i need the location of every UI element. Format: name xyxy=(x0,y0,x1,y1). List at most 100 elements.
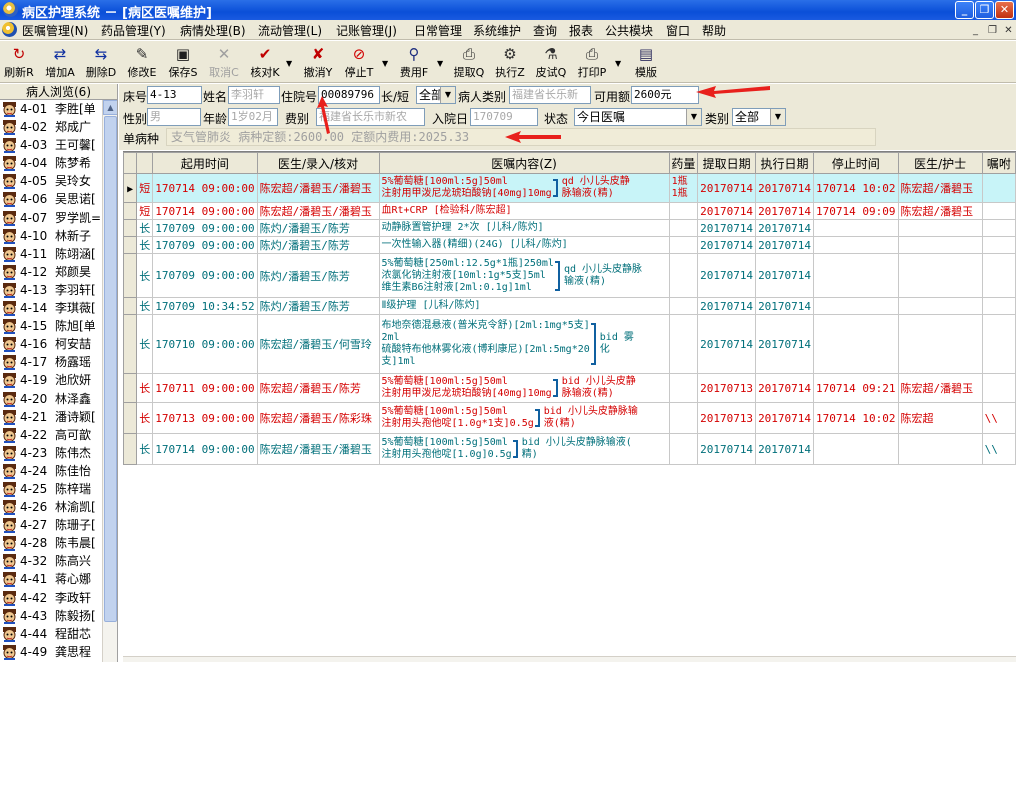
maximize-button[interactable]: ❐ xyxy=(975,1,994,19)
delete-button[interactable]: ⇆ 删除D xyxy=(84,45,118,81)
patient-list-item[interactable]: 4-43 陈毅扬[ xyxy=(0,607,117,625)
stop-dropdown-icon[interactable]: ▼ xyxy=(382,59,388,68)
patient-list-item[interactable]: 4-06 吴思诺[ xyxy=(0,190,117,208)
order-row[interactable]: 长 170713 09:00:00 陈宏超/潘碧玉/陈彩珠 5%葡萄糖[100ml:5… xyxy=(123,402,1016,434)
patient-list-item[interactable]: 4-07 罗学凯= xyxy=(0,209,117,227)
fee-button[interactable]: ⚲ 费用F xyxy=(396,45,432,81)
chevron-down-icon[interactable]: ▼ xyxy=(440,87,455,103)
mdi-close-button[interactable]: ✕ xyxy=(1001,23,1016,37)
patient-list-item[interactable]: 4-19 池欣妍 xyxy=(0,371,117,389)
chevron-down-icon[interactable]: ▼ xyxy=(770,109,785,125)
patient-list-item[interactable]: 4-42 李政轩 xyxy=(0,589,117,607)
header-exec-date[interactable]: 执行日期 xyxy=(755,152,815,174)
order-row[interactable]: 长 170709 09:00:00 陈灼/潘碧玉/陈芳 一次性输入器(精细)(24G)… xyxy=(123,236,1016,254)
menu-drugs[interactable]: 药品管理(Y) xyxy=(101,22,166,39)
menu-flow[interactable]: 流动管理(L) xyxy=(258,22,322,39)
patient-list-item[interactable]: 4-03 王可馨[ xyxy=(0,136,117,154)
patient-list-item[interactable]: 4-21 潘诗颖[ xyxy=(0,408,117,426)
add-button[interactable]: ⇄ 增加A xyxy=(43,45,77,81)
patient-list-item[interactable]: 4-28 陈韦晨[ xyxy=(0,534,117,552)
header-quantity[interactable]: 药量 xyxy=(668,152,699,174)
menu-query[interactable]: 查询 xyxy=(533,22,557,39)
menu-help[interactable]: 帮助 xyxy=(702,22,726,39)
close-button[interactable]: ✕ xyxy=(995,1,1014,19)
menu-daily[interactable]: 日常管理 xyxy=(414,22,462,39)
order-row[interactable]: 长 170714 09:00:00 陈宏超/潘碧玉/潘碧玉 5%葡萄糖[100ml:5… xyxy=(123,433,1016,465)
undo-button[interactable]: ✘ 撤消Y xyxy=(300,45,336,81)
patient-list-item[interactable]: 4-32 陈高兴 xyxy=(0,552,117,570)
order-row[interactable]: 长 170710 09:00:00 陈宏超/潘碧玉/何雪玲 布地奈德混悬液(普米克令舒… xyxy=(123,314,1016,374)
age-field[interactable]: 1岁02月 xyxy=(228,108,278,126)
patient-list-item[interactable]: 4-13 李羽轩[ xyxy=(0,281,117,299)
patient-list-item[interactable]: 4-16 柯安喆 xyxy=(0,335,117,353)
patient-list-item[interactable]: 4-44 程甜芯 xyxy=(0,625,117,643)
menu-condition[interactable]: 病情处理(B) xyxy=(180,22,246,39)
patient-list-item[interactable]: 4-02 郑成广 xyxy=(0,118,117,136)
execute-button[interactable]: ⚙ 执行Z xyxy=(492,45,528,81)
order-row[interactable]: 长 170709 09:00:00 陈灼/潘碧玉/陈芳 动静脉置管护理 2*次 [儿科… xyxy=(123,219,1016,237)
app-menu-icon[interactable] xyxy=(2,22,17,37)
patient-type-field[interactable]: 福建省长乐新 xyxy=(509,86,591,104)
skin-test-button[interactable]: ⚗ 皮试Q xyxy=(533,45,569,81)
check-button[interactable]: ✔ 核对K xyxy=(247,45,283,81)
menu-window[interactable]: 窗口 xyxy=(666,22,690,39)
bed-field[interactable]: 4-13 xyxy=(147,86,202,104)
fee-dropdown-icon[interactable]: ▼ xyxy=(437,59,443,68)
status-select[interactable]: 今日医嘱 ▼ xyxy=(574,108,702,126)
patient-list-item[interactable]: 4-10 林新子 xyxy=(0,227,117,245)
patient-list-item[interactable]: 4-11 陈翊涵[ xyxy=(0,245,117,263)
extract-button[interactable]: ⎙ 提取Q xyxy=(451,45,487,81)
mdi-restore-button[interactable]: ❐ xyxy=(985,23,1000,37)
order-row[interactable]: ▶ 短 170714 09:00:00 陈宏超/潘碧玉/潘碧玉 5%葡萄糖[100ml:… xyxy=(123,173,1016,203)
patient-list-item[interactable]: 4-25 陈梓瑞 xyxy=(0,480,117,498)
row-indicator[interactable] xyxy=(123,433,138,465)
patient-list-item[interactable]: 4-26 林渝凯[ xyxy=(0,498,117,516)
row-indicator[interactable] xyxy=(123,219,138,237)
term-select[interactable]: 全部 ▼ xyxy=(416,86,456,104)
scroll-up-icon[interactable]: ▲ xyxy=(103,100,117,115)
header-extract-date[interactable]: 提取日期 xyxy=(697,152,757,174)
patient-list-item[interactable]: 4-27 陈珊子[ xyxy=(0,516,117,534)
patient-list-item[interactable]: 4-01 李胜[单 xyxy=(0,100,117,118)
template-button[interactable]: ▤ 模版 xyxy=(629,45,663,81)
menu-billing[interactable]: 记账管理(J) xyxy=(336,22,397,39)
header-start-time[interactable]: 起用时间 xyxy=(152,152,258,174)
menu-system[interactable]: 系统维护 xyxy=(473,22,521,39)
patient-list-item[interactable]: 4-22 高可歆 xyxy=(0,426,117,444)
order-row[interactable]: 短 170714 09:00:00 陈宏超/潘碧玉/潘碧玉 血Rt+CRP [检验科/… xyxy=(123,202,1016,220)
minimize-button[interactable]: _ xyxy=(955,1,974,19)
header-stop-time[interactable]: 停止时间 xyxy=(813,152,899,174)
print-button[interactable]: ⎙ 打印P xyxy=(574,45,610,81)
refresh-button[interactable]: ↻ 刷新R xyxy=(2,45,36,81)
chevron-down-icon[interactable]: ▼ xyxy=(686,109,701,125)
patient-list-item[interactable]: 4-50 颜铭玥[ xyxy=(0,661,117,662)
patient-list-item[interactable]: 4-12 郑颜昊 xyxy=(0,263,117,281)
sex-field[interactable]: 男 xyxy=(147,108,201,126)
patient-list-item[interactable]: 4-23 陈伟杰 xyxy=(0,444,117,462)
order-row[interactable]: 长 170709 10:34:52 陈灼/潘碧玉/陈芳 Ⅱ级护理 [儿科/陈灼] 201… xyxy=(123,297,1016,315)
scroll-thumb[interactable] xyxy=(104,116,117,622)
mdi-minimize-button[interactable]: _ xyxy=(968,23,983,37)
cancel-button[interactable]: ✕ 取消C xyxy=(206,45,242,81)
header-note[interactable]: 嘱咐 xyxy=(981,152,1016,174)
patient-list-item[interactable]: 4-20 林泽鑫 xyxy=(0,390,117,408)
save-button[interactable]: ▣ 保存S xyxy=(165,45,201,81)
patient-list-item[interactable]: 4-17 杨露瑶 xyxy=(0,353,117,371)
print-dropdown-icon[interactable]: ▼ xyxy=(615,59,621,68)
orders-horizontal-scrollbar[interactable] xyxy=(123,656,1016,662)
header-doctor[interactable]: 医生/录入/核对 xyxy=(256,152,380,174)
row-indicator[interactable] xyxy=(123,314,138,374)
row-indicator[interactable]: ▶ xyxy=(123,173,138,203)
patient-list-item[interactable]: 4-41 蒋心娜 xyxy=(0,570,117,588)
row-indicator[interactable] xyxy=(123,402,138,434)
patient-list-item[interactable]: 4-05 吴玲女 xyxy=(0,172,117,190)
menu-orders[interactable]: 医嘱管理(N) xyxy=(22,22,88,39)
patient-list-item[interactable]: 4-49 龚思程 xyxy=(0,643,117,661)
header-content[interactable]: 医嘱内容(Z) xyxy=(378,152,670,174)
edit-button[interactable]: ✎ 修改E xyxy=(124,45,160,81)
row-indicator[interactable] xyxy=(123,297,138,315)
patient-list-item[interactable]: 4-14 李琪薇[ xyxy=(0,299,117,317)
patient-list-scrollbar[interactable]: ▲ xyxy=(102,100,117,662)
check-dropdown-icon[interactable]: ▼ xyxy=(286,59,292,68)
row-indicator[interactable] xyxy=(123,253,138,298)
